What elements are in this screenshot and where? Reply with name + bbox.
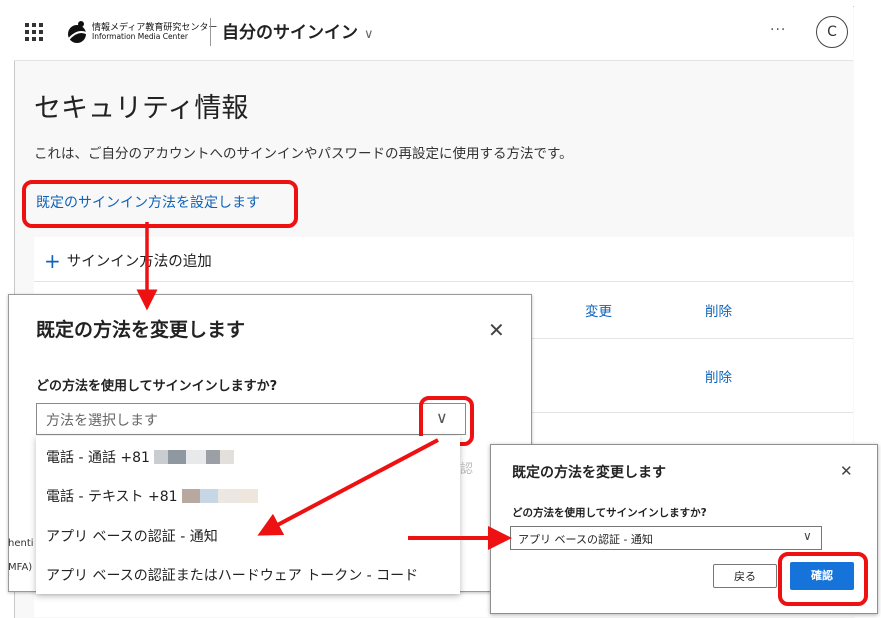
arrow-to-option (257, 438, 439, 536)
annotation-arrows (136, 222, 512, 550)
